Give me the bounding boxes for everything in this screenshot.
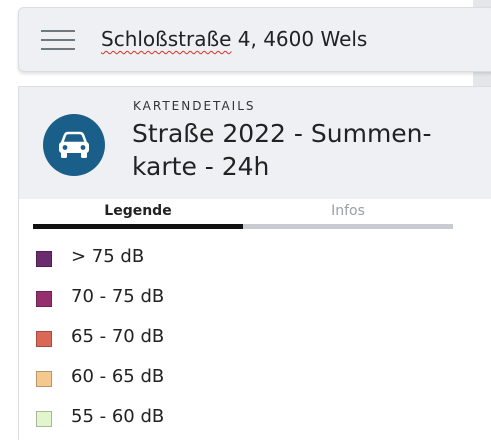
legend-swatch (36, 411, 52, 427)
search-address-text[interactable]: Schloßstraße 4, 4600 Wels (101, 27, 367, 51)
legend-item: 70 - 75 dB (33, 286, 453, 326)
legend-label: 60 - 65 dB (71, 366, 165, 387)
legend-swatch (36, 251, 52, 267)
address-rest-text: 4, 4600 Wels (231, 27, 368, 51)
map-details-panel: KARTENDETAILS Straße 2022 - Summen-karte… (18, 86, 491, 440)
panel-header: KARTENDETAILS Straße 2022 - Summen-karte… (19, 86, 491, 199)
legend-label: > 75 dB (71, 246, 145, 267)
tab-legende[interactable]: Legende (33, 203, 243, 223)
legend-swatch (36, 291, 52, 307)
legend-label: 65 - 70 dB (71, 326, 165, 347)
car-icon (43, 114, 105, 176)
legend-label: 55 - 60 dB (71, 406, 165, 427)
address-street-text: Schloßstraße (101, 27, 232, 51)
address-search-bar[interactable]: Schloßstraße 4, 4600 Wels (18, 7, 491, 72)
active-tab-indicator (33, 224, 243, 229)
tab-infos[interactable]: Infos (243, 203, 453, 223)
panel-kicker: KARTENDETAILS (133, 99, 256, 113)
app-page: Schloßstraße 4, 4600 Wels KARTENDETAILS … (0, 0, 491, 440)
legend-item: > 75 dB (33, 246, 453, 286)
legend-label: 70 - 75 dB (71, 286, 165, 307)
legend-swatch (36, 371, 52, 387)
legend-item: 55 - 60 dB (33, 406, 453, 440)
hamburger-menu-icon[interactable] (41, 30, 75, 50)
noise-legend: > 75 dB 70 - 75 dB 65 - 70 dB 60 - 65 dB… (33, 246, 453, 440)
panel-title: Straße 2022 - Summen-karte - 24h (132, 119, 432, 181)
legend-item: 60 - 65 dB (33, 366, 453, 406)
legend-item: 65 - 70 dB (33, 326, 453, 366)
panel-tabs: Legende Infos (33, 199, 453, 232)
legend-swatch (36, 331, 52, 347)
